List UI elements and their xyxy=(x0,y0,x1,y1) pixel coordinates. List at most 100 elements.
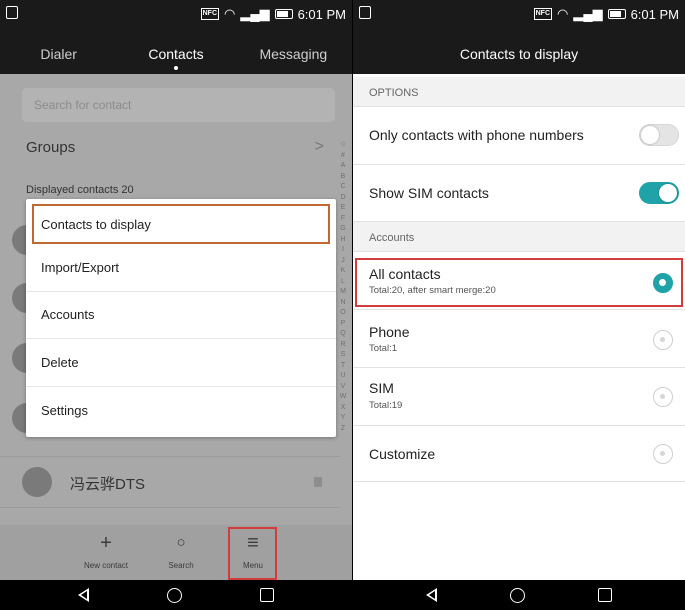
alpha-letter[interactable]: O xyxy=(338,308,348,319)
alpha-letter[interactable]: X xyxy=(338,403,348,414)
alpha-letter[interactable]: R xyxy=(338,340,348,351)
show-sim-contacts-label: Show SIM contacts xyxy=(369,185,489,201)
alpha-letter[interactable]: P xyxy=(338,319,348,330)
nfc-icon: NFC xyxy=(533,8,553,20)
search-input[interactable]: Search for contact xyxy=(22,88,335,122)
gallery-notification-icon xyxy=(359,6,371,19)
phone-radio[interactable] xyxy=(653,330,673,350)
chevron-right-icon: > xyxy=(314,138,324,155)
signal-icon: ▂▄▆ xyxy=(573,6,603,21)
account-phone[interactable]: Phone Total:1 xyxy=(353,310,685,368)
top-tabs: Dialer Contacts Messaging xyxy=(0,28,352,74)
menu-item-delete[interactable]: Delete xyxy=(26,339,336,387)
contact-name: 冯云骅DTS xyxy=(70,476,146,493)
status-bar: NFC ◠ ▂▄▆ 6:01 PM xyxy=(353,0,685,28)
right-screen: NFC ◠ ▂▄▆ 6:01 PM Contacts to display OP… xyxy=(353,0,685,610)
accounts-section-header: Accounts xyxy=(353,222,685,252)
back-icon[interactable] xyxy=(78,588,89,602)
home-icon[interactable] xyxy=(510,587,525,603)
alpha-letter[interactable]: L xyxy=(338,277,348,288)
nfc-icon: NFC xyxy=(200,8,220,20)
gallery-notification-icon xyxy=(6,6,18,19)
alpha-letter[interactable]: K xyxy=(338,266,348,277)
menu-item-import-export[interactable]: Import/Export xyxy=(26,244,336,292)
list-item[interactable]: 冯云骅DTS xyxy=(0,456,340,508)
alpha-letter[interactable]: I xyxy=(338,245,348,256)
back-icon[interactable] xyxy=(426,588,437,602)
clock: 6:01 PM xyxy=(630,6,679,22)
account-total: Total:1 xyxy=(369,343,397,354)
alpha-letter[interactable]: T xyxy=(338,361,348,372)
search-label: Search xyxy=(168,561,194,570)
show-sim-contacts-toggle[interactable] xyxy=(639,182,679,204)
search-icon: ○ xyxy=(176,534,186,551)
alpha-letter[interactable]: M xyxy=(338,287,348,298)
alpha-star[interactable]: ☆ xyxy=(338,140,348,151)
signal-icon: ▂▄▆ xyxy=(240,6,270,21)
alpha-letter[interactable]: C xyxy=(338,182,348,193)
alpha-letter[interactable]: G xyxy=(338,224,348,235)
menu-item-contacts-to-display[interactable]: Contacts to display xyxy=(32,204,330,244)
account-label: Customize xyxy=(369,446,436,462)
tab-contacts[interactable]: Contacts xyxy=(117,28,234,74)
account-total: Total:19 xyxy=(369,400,403,411)
status-bar: NFC ◠ ▂▄▆ 6:01 PM xyxy=(0,0,352,28)
new-contact-label: New contact xyxy=(83,561,129,570)
alpha-letter[interactable]: S xyxy=(338,350,348,361)
alpha-letter[interactable]: N xyxy=(338,298,348,309)
search-button[interactable]: ○ Search xyxy=(146,531,216,570)
overflow-menu-popup: Contacts to display Import/Export Accoun… xyxy=(26,199,336,437)
alpha-hash[interactable]: # xyxy=(338,151,348,162)
menu-item-settings[interactable]: Settings xyxy=(26,387,336,435)
options-section-header: OPTIONS xyxy=(353,77,685,107)
only-phone-numbers-toggle[interactable] xyxy=(639,124,679,146)
sim-radio[interactable] xyxy=(653,387,673,407)
alpha-letter[interactable]: J xyxy=(338,256,348,267)
home-icon[interactable] xyxy=(167,587,182,603)
show-sim-contacts-row[interactable]: Show SIM contacts xyxy=(353,165,685,222)
recent-apps-icon[interactable] xyxy=(260,588,274,602)
customize-radio[interactable] xyxy=(653,444,673,464)
alpha-letter[interactable]: W xyxy=(338,392,348,403)
alpha-letter[interactable]: D xyxy=(338,193,348,204)
alpha-letter[interactable]: H xyxy=(338,235,348,246)
account-label: SIM xyxy=(369,380,394,396)
alphabet-index[interactable]: ☆ # A B C D E F G H I J K L M N O P Q R … xyxy=(338,140,348,434)
alpha-letter[interactable]: A xyxy=(338,161,348,172)
page-title: Contacts to display xyxy=(353,28,685,74)
recent-apps-icon[interactable] xyxy=(598,588,612,602)
tab-dialer[interactable]: Dialer xyxy=(0,28,117,74)
avatar xyxy=(22,467,52,497)
alpha-letter[interactable]: U xyxy=(338,371,348,382)
only-phone-numbers-row[interactable]: Only contacts with phone numbers xyxy=(353,107,685,165)
menu-item-accounts[interactable]: Accounts xyxy=(26,292,336,340)
plus-icon: + xyxy=(100,532,112,554)
sim-icon xyxy=(314,477,322,487)
alpha-letter[interactable]: Q xyxy=(338,329,348,340)
new-contact-button[interactable]: + New contact xyxy=(71,531,141,570)
system-nav-bar xyxy=(353,580,685,610)
displayed-contacts-count: Displayed contacts 20 xyxy=(26,184,134,196)
tab-messaging[interactable]: Messaging xyxy=(235,28,352,74)
alpha-letter[interactable]: Z xyxy=(338,424,348,435)
battery-icon xyxy=(274,9,293,19)
alpha-letter[interactable]: V xyxy=(338,382,348,393)
groups-label: Groups xyxy=(26,139,76,156)
left-screen: NFC ◠ ▂▄▆ 6:01 PM Dialer Contacts Messag… xyxy=(0,0,352,610)
account-sim[interactable]: SIM Total:19 xyxy=(353,368,685,426)
system-nav-bar xyxy=(0,580,352,610)
only-phone-numbers-label: Only contacts with phone numbers xyxy=(369,127,584,143)
alpha-letter[interactable]: E xyxy=(338,203,348,214)
wifi-icon: ◠ xyxy=(557,6,569,21)
battery-icon xyxy=(607,9,626,19)
wifi-icon: ◠ xyxy=(224,6,236,21)
alpha-letter[interactable]: B xyxy=(338,172,348,183)
account-customize[interactable]: Customize xyxy=(353,426,685,482)
account-label: Phone xyxy=(369,324,410,340)
groups-row[interactable]: Groups > xyxy=(0,130,340,168)
bottom-toolbar: + New contact ○ Search ≡ Menu xyxy=(0,525,352,580)
clock: 6:01 PM xyxy=(297,6,346,22)
alpha-letter[interactable]: Y xyxy=(338,413,348,424)
alpha-letter[interactable]: F xyxy=(338,214,348,225)
all-contacts-highlight-box xyxy=(355,258,683,307)
